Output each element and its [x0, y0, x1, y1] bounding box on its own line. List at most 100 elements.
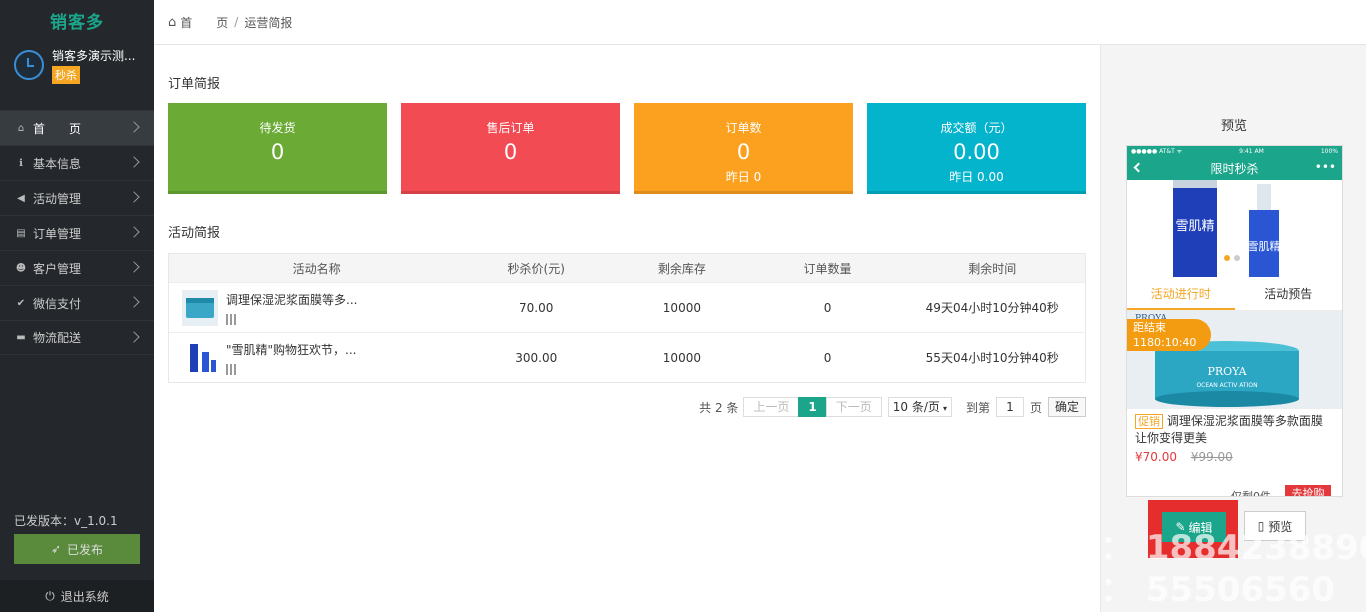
col-header: 订单数量 [803, 261, 852, 276]
countdown-label: 距结束 [1133, 321, 1166, 334]
sidebar-item-label: 物流配送 [33, 331, 82, 345]
home-icon: ⌂ [168, 14, 177, 30]
back-icon [1133, 162, 1144, 173]
sidebar-item-activity[interactable]: ◀ 活动管理 [0, 180, 154, 215]
watermark-tel: ： 55506560 [1100, 570, 1336, 610]
info-icon: ℹ [19, 157, 23, 169]
banner-text: 雪肌精 [1248, 240, 1281, 253]
phone-tabs: 活动进行时 活动预告 [1127, 277, 1342, 311]
sidebar-item-wechat-pay[interactable]: ✔ 微信支付 [0, 285, 154, 320]
sidebar-item-customers[interactable]: ☻ 客户管理 [0, 250, 154, 285]
confirm-button[interactable]: 确定 [1047, 397, 1086, 417]
phone-nav-title: 限时秒杀 [1210, 161, 1259, 176]
chevron-right-icon [128, 191, 140, 203]
battery: 100% [1320, 147, 1338, 155]
published-label: 已发布 [67, 542, 104, 557]
goto-page-input[interactable]: 1 [995, 397, 1024, 417]
breadcrumb: ⌂ 首 页 / 运营简报 [154, 0, 1366, 45]
card-yesterday: 昨日 0.00 [949, 170, 1004, 184]
truck-icon: ▬ [16, 332, 26, 343]
table-row[interactable]: 调理保湿泥浆面膜等多... 70.00 10000 0 49天04小时10分钟4… [169, 282, 1085, 332]
chevron-right-icon [128, 121, 140, 133]
tab-upcoming[interactable]: 活动预告 [1235, 277, 1343, 310]
col-header: 秒杀价(元) [507, 261, 565, 276]
chevron-right-icon [128, 226, 140, 238]
chevron-right-icon [128, 261, 140, 273]
qrcode-icon[interactable] [226, 313, 237, 325]
countdown-badge: 距结束 1180:10:40 [1127, 319, 1211, 351]
sidebar-item-label: 微信支付 [33, 296, 82, 311]
phone-nav-bar: 限时秒杀 ••• [1127, 156, 1342, 180]
next-page-button[interactable]: 下一页 [825, 397, 882, 417]
stock: 10000 [662, 350, 701, 365]
activity-name: "雪肌精"购物狂欢节，... [226, 342, 357, 357]
sidebar-item-basic-info[interactable]: ℹ 基本信息 [0, 145, 154, 180]
goto-prefix: 到第 [965, 400, 990, 415]
pagination: 共 2 条 上一页 1 下一页 10 条/页 ▾ 到第 1 页 确定 [699, 397, 1086, 417]
sidebar-item-label: 活动管理 [33, 191, 82, 206]
product-desc-text: 调理保湿泥浆面膜等多款面膜让你变得更美 [1135, 414, 1323, 445]
version-label: 已发版本：v_1.0.1 [14, 514, 118, 528]
card-after-sales[interactable]: 售后订单 0 [401, 103, 620, 194]
product-sub-text: OCEAN ACTIV ATION [1196, 382, 1257, 389]
card-label: 售后订单 [486, 121, 535, 135]
breadcrumb-separator: / [234, 15, 239, 29]
product-image: PROYA PROYA OCEAN ACTIV ATION 距结束 1180:1… [1127, 311, 1342, 409]
logout-label: 退出系统 [60, 589, 109, 604]
card-value: 0.00 [953, 140, 1000, 164]
shop-tag: 秒杀 [52, 65, 80, 84]
tab-ongoing[interactable]: 活动进行时 [1127, 277, 1235, 310]
total-count: 共 2 条 [699, 400, 739, 415]
shop-info: 销客多演示测... 秒杀 [0, 40, 154, 90]
banner-image: 雪肌精 雪肌精 [1127, 180, 1342, 277]
col-header: 剩余时间 [968, 261, 1017, 276]
product-brand-text: PROYA [1207, 365, 1247, 378]
remaining-time: 55天04小时10分钟40秒 [925, 351, 1059, 365]
phone-preview: ●●●●● AT&T ᯤ 9:41 AM 100% 限时秒杀 ••• 雪肌精 雪… [1126, 145, 1343, 497]
col-header: 活动名称 [292, 261, 341, 276]
phone-banner: 雪肌精 雪肌精 [1127, 180, 1342, 277]
shop-name: 销客多演示测... [52, 48, 136, 63]
card-value: 0 [736, 140, 751, 164]
published-button[interactable]: ➶ 已发布 [14, 534, 140, 564]
card-pending-shipment[interactable]: 待发货 0 [168, 103, 387, 194]
page-1-button[interactable]: 1 [798, 397, 827, 417]
col-header: 剩余库存 [657, 261, 706, 276]
sidebar-item-label: 基本信息 [33, 156, 82, 171]
card-value: 0 [503, 140, 518, 164]
sidebar-item-orders[interactable]: ▤ 订单管理 [0, 215, 154, 250]
chevron-right-icon [128, 156, 140, 168]
page-size-value: 10 条/页 [892, 400, 940, 414]
activity-table: 活动名称 秒杀价(元) 剩余库存 订单数量 剩余时间 调理保湿泥浆面膜等多...… [168, 253, 1086, 383]
sidebar-item-logistics[interactable]: ▬ 物流配送 [0, 320, 154, 355]
users-icon: ☻ [15, 262, 27, 274]
caret-down-icon: ▾ [942, 404, 947, 413]
sidebar-item-label: 客户管理 [33, 261, 82, 276]
main-content: 订单简报 待发货 0 售后订单 0 订单数 0 昨日 0 成交额（元） 0.00… [154, 45, 1100, 612]
chevron-right-icon [128, 331, 140, 343]
breadcrumb-home[interactable]: 首 页 [180, 14, 228, 31]
chevron-right-icon [128, 296, 140, 308]
card-turnover[interactable]: 成交额（元） 0.00 昨日 0.00 [867, 103, 1086, 194]
page-size-select[interactable]: 10 条/页 ▾ [887, 397, 952, 417]
sidebar-item-home[interactable]: ⌂ 首 页 [0, 110, 154, 145]
table-row[interactable]: "雪肌精"购物狂欢节，... 300.00 10000 0 55天04小时10分… [169, 332, 1085, 382]
grab-button[interactable]: 去抢购 [1285, 485, 1331, 496]
flash-price: 300.00 [515, 350, 558, 365]
preview-title: 预览 [1220, 119, 1247, 134]
breadcrumb-current: 运营简报 [244, 15, 293, 30]
original-price: ¥99.00 [1190, 450, 1233, 464]
card-order-count[interactable]: 订单数 0 昨日 0 [634, 103, 853, 194]
logout-button[interactable]: ⏻ 退出系统 [0, 580, 154, 612]
qrcode-icon[interactable] [226, 363, 237, 375]
prev-page-button[interactable]: 上一页 [743, 397, 800, 417]
check-circle-icon: ✔ [16, 297, 26, 309]
sidebar-menu: ⌂ 首 页 ℹ 基本信息 ◀ 活动管理 ▤ 订单管理 ☻ 客户管理 ✔ 微信支付 ▬ 物流配送 [0, 110, 154, 355]
clock-avatar-icon [14, 50, 44, 80]
order-count: 0 [823, 300, 832, 315]
card-label: 订单数 [725, 121, 762, 135]
activity-name: 调理保湿泥浆面膜等多... [226, 292, 358, 307]
sidebar-item-label: 订单管理 [33, 226, 82, 241]
sidebar: 销客多 销客多演示测... 秒杀 ⌂ 首 页 ℹ 基本信息 ◀ 活动管理 ▤ 订单管理 … [0, 0, 154, 612]
flash-price: 70.00 [519, 300, 554, 315]
